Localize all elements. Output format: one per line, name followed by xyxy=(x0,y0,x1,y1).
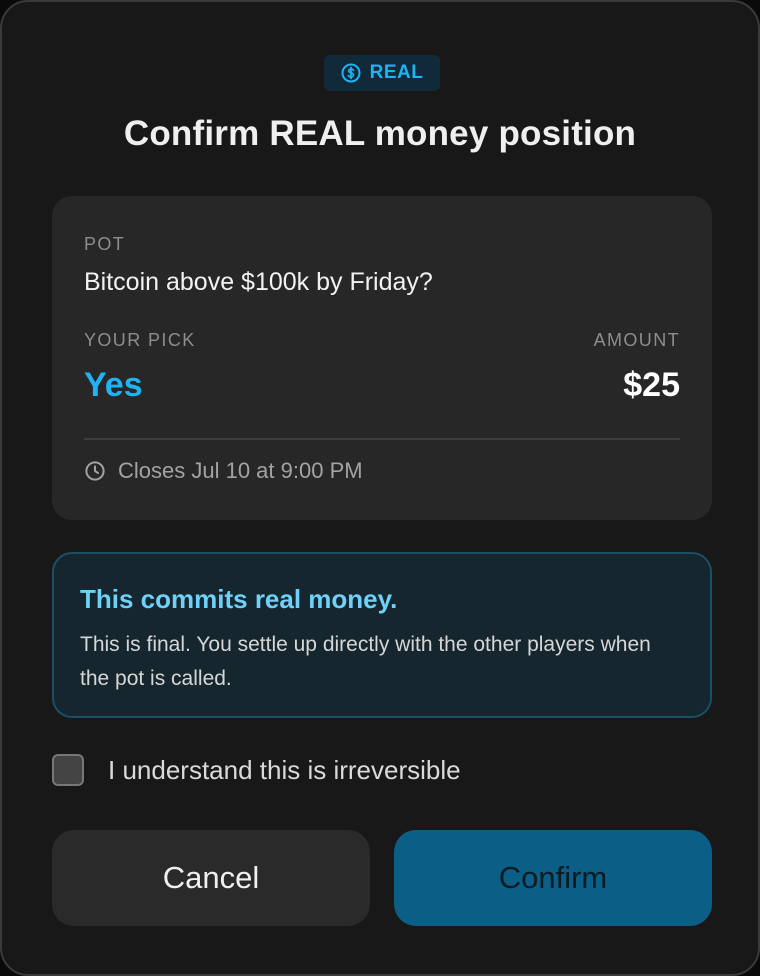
confirm-button[interactable]: Confirm xyxy=(394,830,712,926)
pot-question: Bitcoin above $100k by Friday? xyxy=(84,268,433,296)
amount-value: $25 xyxy=(623,366,680,404)
your-pick-value: Yes xyxy=(84,366,143,404)
warning-body: This is final. You settle up directly wi… xyxy=(80,633,651,690)
your-pick-label: YOUR PICK xyxy=(84,330,196,350)
card-divider xyxy=(84,438,680,440)
acknowledge-checkbox[interactable] xyxy=(52,754,84,786)
closes-text: Closes Jul 10 at 9:00 PM xyxy=(118,458,363,483)
real-money-warning: This commits real money. This is final. … xyxy=(52,552,712,718)
clock-icon xyxy=(85,461,105,481)
pot-label: POT xyxy=(84,234,126,254)
warning-title: This commits real money. xyxy=(80,584,398,614)
closes-time: Closes Jul 10 at 9:00 PM xyxy=(84,458,363,484)
dollar-coin-icon xyxy=(341,63,361,83)
acknowledge-label[interactable]: I understand this is irreversible xyxy=(108,755,461,786)
amount-label: AMOUNT xyxy=(593,330,680,350)
cancel-button[interactable]: Cancel xyxy=(52,830,370,926)
badge-label: REAL xyxy=(369,62,424,83)
real-money-badge: REAL xyxy=(324,55,440,91)
pot-summary-card: POT Bitcoin above $100k by Friday? YOUR … xyxy=(52,196,712,520)
acknowledge-row[interactable]: I understand this is irreversible xyxy=(52,754,461,786)
modal-title: Confirm REAL money position xyxy=(123,114,637,153)
confirm-position-modal: REAL Confirm REAL money position POT Bit… xyxy=(0,0,760,976)
